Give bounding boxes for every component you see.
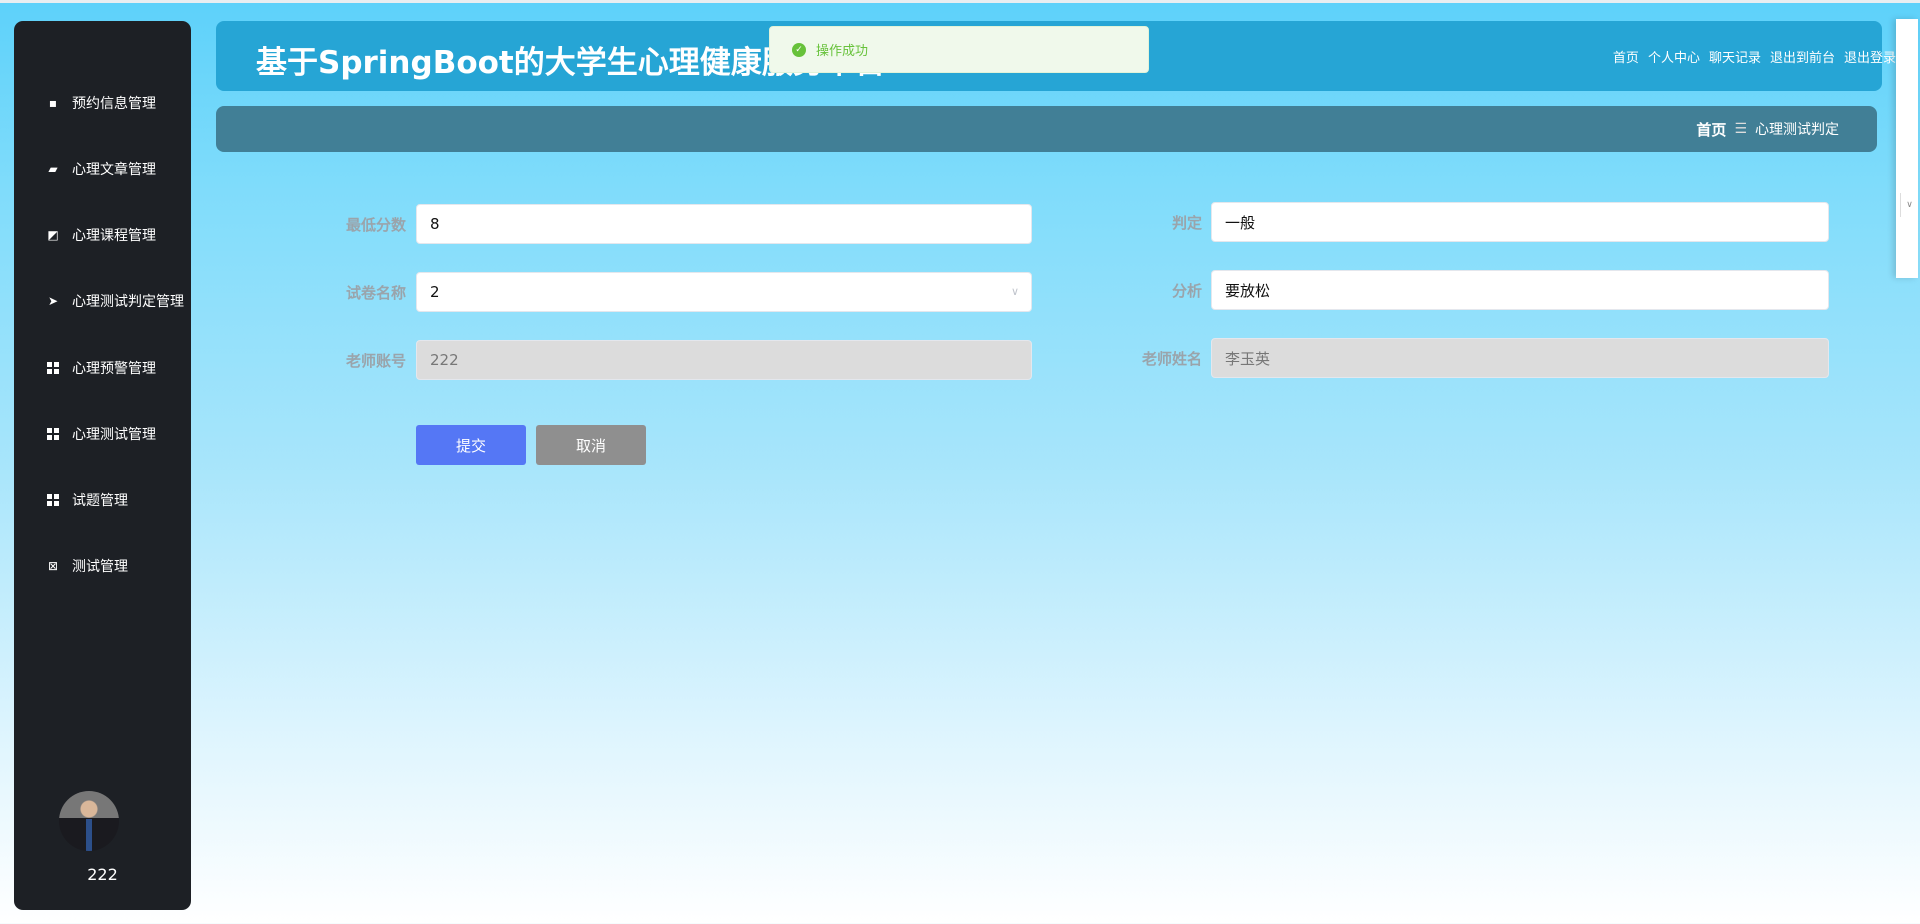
teacher-name-input: 李玉英 bbox=[1211, 338, 1829, 378]
sidebar-item-tests[interactable]: 心理测试管理 bbox=[14, 414, 191, 454]
chat-icon: ▪ bbox=[48, 96, 58, 110]
side-panel: ∨ bbox=[1896, 19, 1918, 278]
clipboard-icon: ⊠ bbox=[47, 559, 59, 573]
paper-name-label: 试卷名称 bbox=[345, 284, 406, 302]
sidebar-item-questions[interactable]: 试题管理 bbox=[14, 480, 191, 520]
sidebar-item-label: 测试管理 bbox=[72, 559, 128, 575]
submit-button[interactable]: 提交 bbox=[416, 425, 526, 465]
teacher-account-label: 老师账号 bbox=[345, 352, 406, 370]
toast-message: 操作成功 bbox=[816, 44, 869, 59]
grid-icon bbox=[45, 494, 61, 506]
sidebar: ▪ 预约信息管理 ▰ 心理文章管理 ◩ 心理课程管理 ➤ 心理测试判定管理 心理预警管理… bbox=[14, 21, 191, 910]
analysis-label: 分析 bbox=[1171, 282, 1202, 300]
check-circle-icon: ✓ bbox=[792, 42, 806, 57]
analysis-value: 要放松 bbox=[1225, 281, 1271, 300]
cancel-button[interactable]: 取消 bbox=[536, 425, 646, 465]
nav-home[interactable]: 首页 bbox=[1613, 47, 1639, 66]
breadcrumb-home[interactable]: 首页 bbox=[1696, 119, 1726, 140]
paper-plane-icon: ➤ bbox=[47, 294, 59, 308]
top-nav: 首页 个人中心 聊天记录 退出到前台 退出登录 bbox=[1613, 47, 1896, 66]
sidebar-item-exams[interactable]: ⊠ 测试管理 bbox=[14, 546, 191, 586]
paper-name-value: 2 bbox=[430, 283, 440, 301]
sidebar-item-label: 心理文章管理 bbox=[72, 162, 156, 178]
judgement-label: 判定 bbox=[1171, 214, 1202, 232]
nav-profile[interactable]: 个人中心 bbox=[1648, 47, 1700, 66]
grid-icon bbox=[45, 362, 61, 374]
sidebar-item-label: 心理测试管理 bbox=[72, 427, 156, 443]
sidebar-item-courses[interactable]: ◩ 心理课程管理 bbox=[14, 215, 191, 255]
min-score-value: 8 bbox=[430, 215, 440, 233]
chevron-down-icon[interactable]: ∨ bbox=[1900, 193, 1918, 217]
judgement-value: 一般 bbox=[1225, 213, 1256, 232]
avatar[interactable] bbox=[59, 791, 119, 851]
min-score-label: 最低分数 bbox=[345, 216, 406, 234]
sidebar-item-test-judgement[interactable]: ➤ 心理测试判定管理 bbox=[14, 281, 191, 321]
sidebar-item-appointments[interactable]: ▪ 预约信息管理 bbox=[14, 83, 191, 123]
wallet-icon: ▰ bbox=[48, 162, 58, 176]
nav-chat-history[interactable]: 聊天记录 bbox=[1709, 47, 1761, 66]
teacher-name-value: 李玉英 bbox=[1225, 349, 1271, 368]
sidebar-item-articles[interactable]: ▰ 心理文章管理 bbox=[14, 149, 191, 189]
sidebar-item-label: 心理预警管理 bbox=[72, 361, 156, 377]
success-toast: ✓ 操作成功 bbox=[769, 26, 1149, 73]
nav-front-page[interactable]: 退出到前台 bbox=[1770, 47, 1835, 66]
username: 222 bbox=[87, 865, 118, 884]
judgement-input[interactable]: 一般 bbox=[1211, 202, 1829, 242]
breadcrumb-separator: ☰ bbox=[1734, 121, 1747, 137]
breadcrumb-current: 心理测试判定 bbox=[1755, 122, 1839, 138]
chevron-down-icon: ∨ bbox=[1010, 285, 1019, 298]
teacher-account-input: 222 bbox=[416, 340, 1032, 380]
nav-logout[interactable]: 退出登录 bbox=[1844, 47, 1896, 66]
chart-icon: ◩ bbox=[47, 228, 59, 242]
sidebar-item-label: 心理测试判定管理 bbox=[72, 294, 184, 310]
sidebar-item-warnings[interactable]: 心理预警管理 bbox=[14, 348, 191, 388]
sidebar-item-label: 试题管理 bbox=[72, 493, 128, 509]
sidebar-item-label: 预约信息管理 bbox=[72, 96, 156, 112]
paper-name-select[interactable]: 2 ∨ bbox=[416, 272, 1032, 312]
grid-icon bbox=[45, 428, 61, 440]
sidebar-item-label: 心理课程管理 bbox=[72, 228, 156, 244]
analysis-input[interactable]: 要放松 bbox=[1211, 270, 1829, 310]
teacher-name-label: 老师姓名 bbox=[1141, 350, 1202, 368]
teacher-account-value: 222 bbox=[430, 351, 459, 369]
breadcrumb: 首页 ☰ 心理测试判定 bbox=[216, 106, 1877, 152]
min-score-input[interactable]: 8 bbox=[416, 204, 1032, 244]
